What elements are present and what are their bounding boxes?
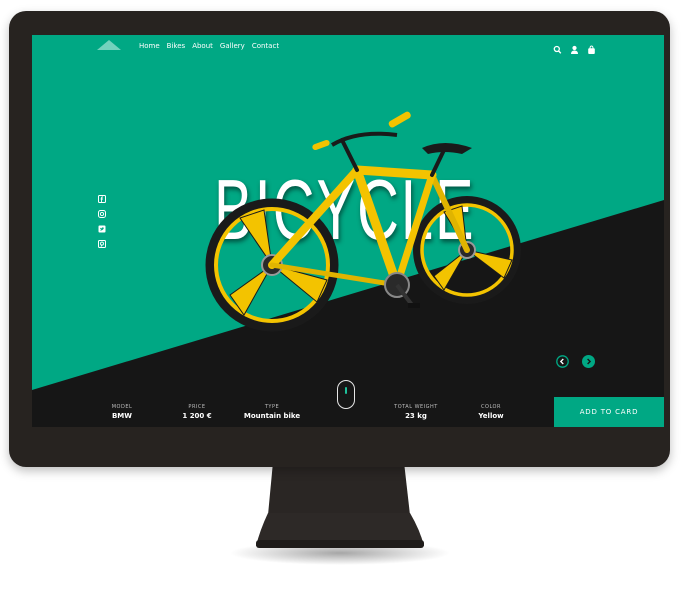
handlebar-grip [312,139,330,151]
spec-weight: TOTAL WEIGHT 23 kg [394,404,438,421]
chevron-right-icon[interactable] [582,353,595,368]
spec-value: 1 200 € [182,412,212,420]
add-to-cart-button[interactable]: ADD TO CARD [554,397,664,427]
spec-bar: MODEL BMW PRICE 1 200 € TYPE Mountain bi… [32,395,554,427]
carousel-controls [556,353,595,368]
handlebar-grip [388,111,411,128]
instagram-icon[interactable] [98,203,106,218]
nav-link-contact[interactable]: Contact [252,41,279,51]
spec-model: MODEL BMW [112,404,133,421]
pinterest-icon[interactable] [98,233,106,248]
spec-label: TYPE [264,404,280,410]
nav-link-bikes[interactable]: Bikes [167,41,186,51]
scroll-wheel [345,387,347,394]
scroll-mouse-icon[interactable] [337,380,355,409]
main-menu: Home Bikes About Gallery Contact [139,41,279,51]
spec-value: Yellow [478,412,504,420]
spec-price: PRICE 1 200 € [182,404,211,421]
spec-value: 23 kg [405,412,427,420]
nav-link-home[interactable]: Home [139,41,160,51]
social-links [98,188,106,248]
shopping-bag-icon[interactable] [587,40,596,54]
spec-label: MODEL [111,404,133,410]
spec-label: COLOR [481,404,501,410]
triangle-logo-icon[interactable] [97,40,121,50]
spec-label: PRICE [188,404,206,410]
bicycle-image [205,111,521,332]
twitter-icon[interactable] [98,218,106,233]
monitor-bezel: BICYCLE Home Bikes About Gallery Contact… [9,11,670,467]
nav-icon-group [553,40,596,54]
top-navigation: Home Bikes About Gallery Contact [32,35,664,61]
spec-color: COLOR Yellow [478,404,503,421]
nav-link-about[interactable]: About [192,41,213,51]
spec-label: TOTAL WEIGHT [394,404,438,410]
search-icon[interactable] [553,40,562,54]
spec-value: Mountain bike [243,412,301,420]
spec-type: TYPE Mountain bike [244,404,300,421]
user-icon[interactable] [570,40,579,54]
nav-link-gallery[interactable]: Gallery [220,41,245,51]
chevron-left-icon[interactable] [556,353,569,368]
bike-seat [422,143,472,154]
facebook-icon[interactable] [98,188,106,203]
spec-value: BMW [111,412,133,420]
website-screen: BICYCLE Home Bikes About Gallery Contact… [32,35,664,427]
